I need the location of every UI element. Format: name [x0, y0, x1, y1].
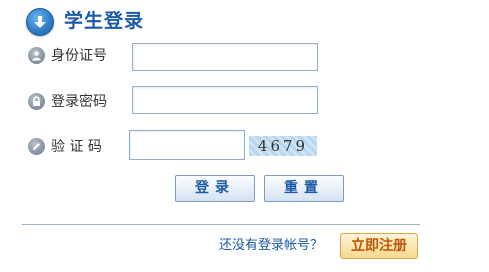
page-title: 学生登录: [64, 10, 145, 32]
login-button[interactable]: 登录: [175, 175, 255, 202]
reset-button[interactable]: 重置: [264, 175, 344, 202]
password-input[interactable]: [132, 86, 318, 114]
user-icon: [28, 47, 45, 64]
password-label: 登录密码: [51, 94, 107, 110]
download-circle-icon: [26, 8, 54, 36]
id-number-input[interactable]: [132, 43, 318, 71]
divider: [22, 224, 420, 225]
captcha-label: 验 证 码: [51, 139, 102, 155]
signup-button[interactable]: 立即注册: [340, 233, 418, 259]
lock-icon: [28, 93, 45, 110]
captcha-input[interactable]: [129, 130, 245, 160]
captcha-image[interactable]: 4679: [249, 136, 317, 156]
id-number-label: 身份证号: [51, 48, 107, 64]
pencil-icon: [28, 138, 45, 155]
signup-prompt: 还没有登录帐号？: [219, 238, 324, 253]
